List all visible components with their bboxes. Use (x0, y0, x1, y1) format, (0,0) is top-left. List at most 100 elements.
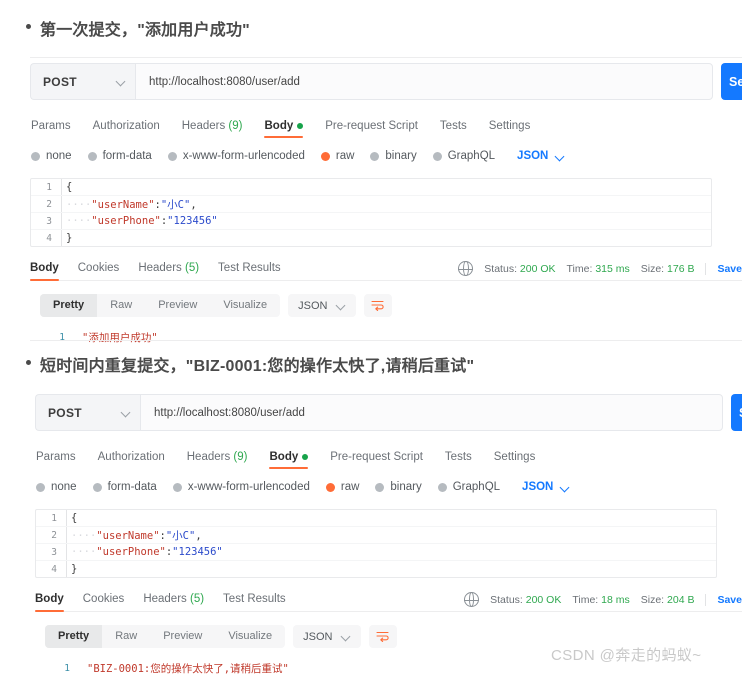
tab-headers-label-1: Headers (181, 120, 226, 132)
headers-count-1: (9) (228, 120, 243, 132)
code-line: 2 ····"userName":"小C", (31, 196, 711, 213)
response-body-text-1: "添加用户成功" (82, 332, 158, 344)
bullet-point-icon (26, 24, 31, 29)
time-block-2: Time: 18 ms (572, 594, 629, 606)
request-body-editor-2[interactable]: 1 { 2 ····"userName":"小C", 3 ····"userPh… (35, 509, 717, 578)
view-mode-preview-2[interactable]: Preview (150, 625, 215, 648)
view-mode-raw-1[interactable]: Raw (97, 294, 145, 317)
view-mode-preview-1[interactable]: Preview (145, 294, 210, 317)
code-line: 2 ····"userName":"小C", (36, 527, 716, 544)
response-format-label-2: JSON (303, 630, 333, 643)
line-content: { (71, 512, 78, 524)
chevron-down-icon (342, 632, 351, 641)
body-type-binary-1[interactable]: binary (370, 150, 417, 162)
body-type-urlencoded-1[interactable]: x-www-form-urlencoded (167, 150, 305, 162)
tab-settings-1[interactable]: Settings (489, 120, 531, 137)
time-value-1: 315 ms (595, 262, 630, 275)
response-format-selector-1[interactable]: JSON (288, 294, 356, 317)
raw-format-selector-1[interactable]: JSON (517, 150, 565, 162)
status-label-2: Status: (490, 593, 523, 606)
request-body-editor-1[interactable]: 1 { 2 ····"userName":"小C", 3 ····"userPh… (30, 178, 712, 247)
body-type-binary-2[interactable]: binary (375, 481, 422, 493)
tab-tests-1[interactable]: Tests (440, 120, 467, 137)
json-comma: , (195, 529, 202, 542)
resp-tab-body-2[interactable]: Body (35, 593, 64, 612)
line-content: } (66, 232, 73, 244)
radio-icon-formdata-2 (92, 482, 102, 492)
body-type-graphql-1[interactable]: GraphQL (432, 150, 495, 162)
tab-params-1[interactable]: Params (31, 120, 71, 137)
request-url-input-1[interactable]: http://localhost:8080/user/add (135, 63, 713, 100)
body-type-graphql-2[interactable]: GraphQL (437, 481, 500, 493)
tab-settings-2[interactable]: Settings (494, 451, 536, 468)
view-mode-visualize-1[interactable]: Visualize (210, 294, 280, 317)
response-format-selector-2[interactable]: JSON (293, 625, 361, 648)
tab-prerequest-1[interactable]: Pre-request Script (325, 120, 418, 137)
body-type-raw-label-2: raw (340, 481, 360, 493)
send-button-2[interactable]: Send (731, 394, 742, 431)
save-response-link-2[interactable]: Save (705, 593, 742, 606)
http-method-selector-2[interactable]: POST (35, 394, 140, 431)
json-key: "userPhone" (91, 215, 161, 227)
json-value: "小C" (165, 529, 196, 542)
body-type-none-1[interactable]: none (31, 150, 72, 162)
resp-tab-headers-2[interactable]: Headers (5) (143, 593, 204, 611)
radio-icon-raw-2 (325, 482, 335, 492)
send-button-1[interactable]: Send (721, 63, 742, 100)
radio-icon-binary-1 (370, 151, 380, 161)
http-method-selector-1[interactable]: POST (30, 63, 135, 100)
status-value-2: 200 OK (525, 593, 562, 606)
body-type-urlencoded-2[interactable]: x-www-form-urlencoded (172, 481, 310, 493)
resp-tab-cookies-1[interactable]: Cookies (78, 262, 120, 280)
raw-format-selector-2[interactable]: JSON (522, 481, 570, 493)
body-type-options-2: none form-data x-www-form-urlencoded raw… (35, 481, 742, 493)
tab-headers-1[interactable]: Headers (9) (182, 120, 243, 137)
tab-headers-label-2: Headers (186, 451, 231, 463)
tab-prerequest-2[interactable]: Pre-request Script (330, 451, 423, 468)
request-url-input-2[interactable]: http://localhost:8080/user/add (140, 394, 723, 431)
tab-headers-2[interactable]: Headers (9) (187, 451, 248, 468)
tab-authorization-1[interactable]: Authorization (93, 120, 160, 137)
resp-tab-testresults-1[interactable]: Test Results (218, 262, 281, 280)
request-url-text-1: http://localhost:8080/user/add (149, 75, 300, 88)
wrap-lines-icon (376, 631, 389, 642)
line-number: 4 (46, 232, 52, 244)
tab-settings-label-1: Settings (488, 120, 531, 132)
tab-body-label-1: Body (264, 120, 294, 132)
body-type-formdata-1[interactable]: form-data (87, 150, 152, 162)
request-url-row-1: POST http://localhost:8080/user/add (30, 63, 713, 100)
code-line: 3 ····"userPhone":"123456" (31, 213, 711, 230)
resp-tab-body-1[interactable]: Body (30, 262, 59, 281)
json-value: "123456" (167, 215, 218, 227)
view-mode-raw-2[interactable]: Raw (102, 625, 150, 648)
section-1-heading: 第一次提交，"添加用户成功" (26, 16, 250, 40)
tab-body-1[interactable]: Body (264, 120, 304, 138)
view-mode-visualize-2[interactable]: Visualize (215, 625, 285, 648)
body-type-binary-label-1: binary (385, 150, 417, 162)
resp-tab-cookies-2[interactable]: Cookies (83, 593, 125, 611)
save-response-link-1[interactable]: Save (705, 262, 742, 275)
json-key: "userPhone" (96, 546, 166, 558)
body-type-formdata-2[interactable]: form-data (92, 481, 157, 493)
view-mode-pretty-2[interactable]: Pretty (45, 625, 103, 648)
body-type-none-2[interactable]: none (36, 481, 77, 493)
wrap-lines-button-2[interactable] (368, 625, 397, 648)
view-mode-pretty-1[interactable]: Pretty (40, 294, 98, 317)
radio-icon-graphql-2 (437, 482, 447, 492)
tab-prerequest-label-2: Pre-request Script (330, 451, 423, 463)
wrap-lines-icon (371, 300, 384, 311)
body-type-raw-1[interactable]: raw (320, 150, 354, 162)
chevron-down-icon (561, 483, 570, 492)
body-type-raw-2[interactable]: raw (325, 481, 360, 493)
response-view-toolbar-1: Pretty Raw Preview Visualize JSON (30, 294, 742, 317)
resp-tab-headers-1[interactable]: Headers (5) (138, 262, 199, 280)
chevron-down-icon (337, 301, 346, 310)
tab-body-2[interactable]: Body (269, 451, 309, 469)
section-1-bottom-divider (30, 340, 742, 341)
tab-params-2[interactable]: Params (36, 451, 76, 468)
tab-tests-2[interactable]: Tests (445, 451, 472, 468)
radio-icon-raw-1 (320, 151, 330, 161)
resp-tab-testresults-2[interactable]: Test Results (223, 593, 286, 611)
wrap-lines-button-1[interactable] (363, 294, 392, 317)
tab-authorization-2[interactable]: Authorization (98, 451, 165, 468)
